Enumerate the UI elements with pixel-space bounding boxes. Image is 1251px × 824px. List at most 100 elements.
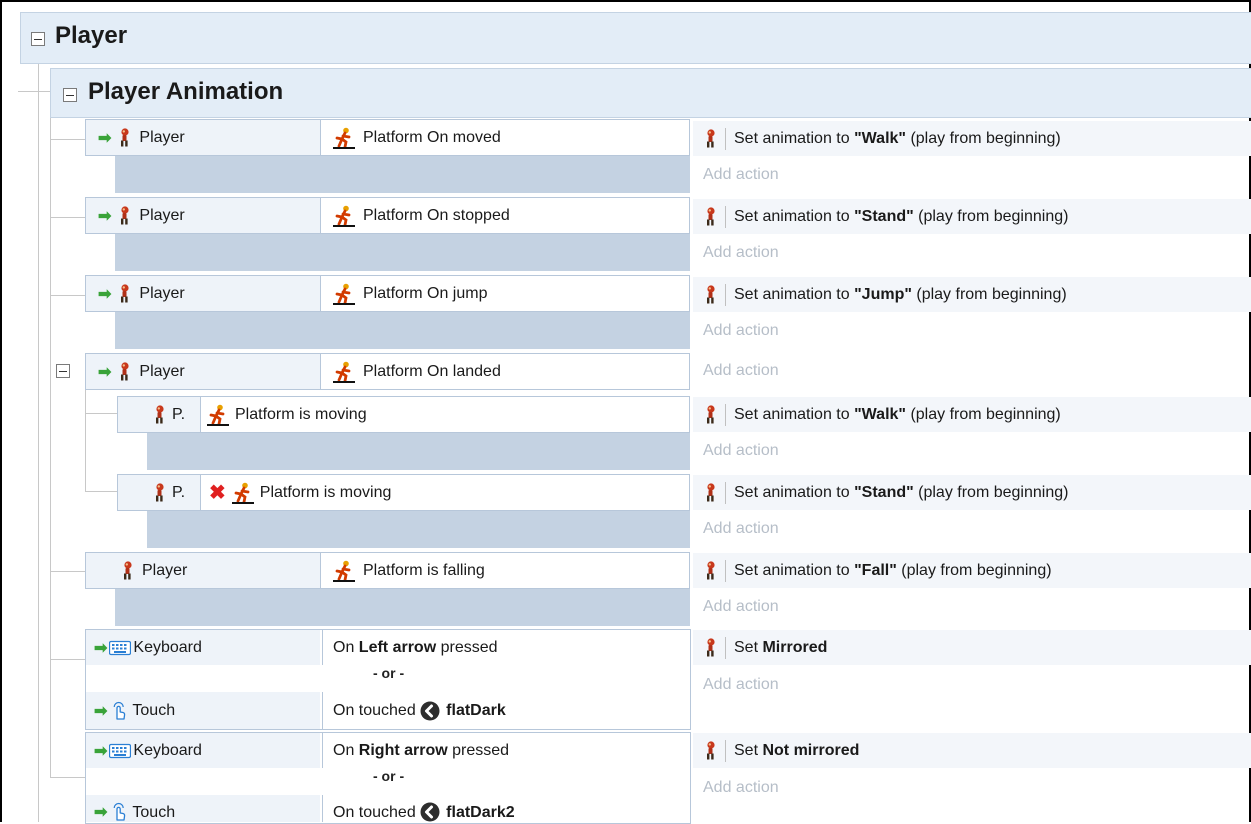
subevent-1-object-cell[interactable]: P. <box>117 396 200 433</box>
subevent-2-add-action-link[interactable]: Add action <box>703 520 779 538</box>
subevent-1-condition[interactable]: Platform is moving <box>200 396 690 433</box>
condition-text: Platform On jump <box>363 284 488 302</box>
event-6-touch-object-cell[interactable]: ➡ Touch <box>86 692 320 729</box>
event-7-condition-touch[interactable]: On touched flatDark2 <box>322 795 690 822</box>
event-object-name: Player <box>139 128 185 146</box>
separator <box>725 559 726 582</box>
event-3-object-cell[interactable]: ➡ Player <box>85 275 320 312</box>
player-sprite-icon <box>117 206 131 226</box>
collapse-group-player-animation-button[interactable] <box>63 88 77 102</box>
event-7-action[interactable]: Set Not mirrored <box>693 733 1251 768</box>
condition-text: Platform is moving <box>235 405 367 423</box>
subevent-2-condition[interactable]: ✖ Platform is moving <box>200 474 690 511</box>
event-2-object-cell[interactable]: ➡ Player <box>85 197 320 234</box>
action-prefix: Set animation to <box>734 483 855 501</box>
action-prefix: Set animation to <box>734 285 855 303</box>
action-prefix: Set animation to <box>734 405 855 423</box>
event-object-name: Touch <box>132 804 176 821</box>
group-player-title: Player <box>55 22 128 49</box>
event-1-object-cell[interactable]: ➡ Player <box>85 119 320 156</box>
event-3-condition[interactable]: Platform On jump <box>320 275 690 312</box>
event-4-object-cell[interactable]: ➡ Player <box>85 353 320 390</box>
trigger-arrow-icon: ➡ <box>98 363 112 381</box>
event-5-condition[interactable]: Platform is falling <box>320 552 690 589</box>
platform-behavior-icon <box>333 361 355 383</box>
trigger-arrow-icon: ➡ <box>98 207 112 225</box>
action-suffix: (play from beginning) <box>896 561 1052 579</box>
event-4-condition[interactable]: Platform On landed <box>320 353 690 390</box>
condition-target: flatDark <box>446 701 506 719</box>
collapse-group-player-button[interactable] <box>31 32 45 46</box>
player-sprite-icon <box>120 561 134 581</box>
group-player-header[interactable] <box>20 12 1251 64</box>
platform-behavior-icon <box>333 127 355 149</box>
event-6-add-action-link[interactable]: Add action <box>703 676 779 694</box>
event-7-condition-keyboard[interactable]: On Right arrow pressed <box>322 733 690 768</box>
condition-target: flatDark2 <box>446 804 515 821</box>
event-5-add-action-link[interactable]: Add action <box>703 598 779 616</box>
event-5-action[interactable]: Set animation to "Fall" (play from begin… <box>693 553 1251 588</box>
event-1-condition[interactable]: Platform On moved <box>320 119 690 156</box>
subevent-1-condition-filler <box>147 433 690 470</box>
trigger-arrow-icon: ➡ <box>94 639 108 657</box>
collapse-event-4-button[interactable] <box>56 364 70 378</box>
action-suffix: (play from beginning) <box>911 285 1067 303</box>
event-1-action[interactable]: Set animation to "Walk" (play from begin… <box>693 121 1251 156</box>
action-value: "Fall" <box>854 561 897 579</box>
player-sprite-icon <box>703 483 717 503</box>
event-6-condition-keyboard[interactable]: On Left arrow pressed <box>322 630 690 665</box>
player-sprite-icon <box>703 405 717 425</box>
platform-behavior-icon <box>333 283 355 305</box>
subevent-2-action[interactable]: Set animation to "Stand" (play from begi… <box>693 475 1251 510</box>
event-3-condition-filler <box>115 312 690 349</box>
event-6-keyboard-object-cell[interactable]: ➡ Keyboard <box>86 630 320 665</box>
group-player-animation-title: Player Animation <box>88 78 284 105</box>
subevent-1-add-action-link[interactable]: Add action <box>703 442 779 460</box>
event-7-keyboard-object-cell[interactable]: ➡ Keyboard <box>86 733 320 768</box>
event-6-condition-touch[interactable]: On touched flatDark <box>322 692 690 729</box>
separator <box>725 636 726 659</box>
trigger-arrow-icon: ➡ <box>98 129 112 147</box>
subevent-2-object-cell[interactable]: P. <box>117 474 200 511</box>
event-3-add-action-link[interactable]: Add action <box>703 322 779 340</box>
condition-text: Platform On landed <box>363 362 501 380</box>
player-sprite-icon <box>152 405 166 425</box>
flatdark-sprite-icon <box>420 701 440 721</box>
condition-text: Platform is falling <box>363 561 485 579</box>
player-sprite-icon <box>703 741 717 761</box>
event-7-touch-object-cell[interactable]: ➡ Touch <box>86 795 320 822</box>
event-2-action[interactable]: Set animation to "Stand" (play from begi… <box>693 199 1251 234</box>
event-object-name: Keyboard <box>133 741 202 759</box>
trigger-arrow-icon: ➡ <box>94 742 108 760</box>
event-1-add-action-link[interactable]: Add action <box>703 166 779 184</box>
action-prefix: Set <box>734 638 763 656</box>
condition-text: Platform On stopped <box>363 206 510 224</box>
event-5-object-cell[interactable]: Player <box>85 552 320 589</box>
action-value: "Stand" <box>854 483 914 501</box>
player-sprite-icon <box>117 128 131 148</box>
event-4-add-action-link[interactable]: Add action <box>703 362 779 380</box>
action-value: "Walk" <box>854 129 906 147</box>
event-object-name: P. <box>172 405 186 423</box>
event-2-condition[interactable]: Platform On stopped <box>320 197 690 234</box>
event-6-action[interactable]: Set Mirrored <box>693 630 1251 665</box>
platform-behavior-icon <box>207 404 229 426</box>
player-sprite-icon <box>703 561 717 581</box>
event-7-add-action-link[interactable]: Add action <box>703 779 779 797</box>
event-2-add-action-link[interactable]: Add action <box>703 244 779 262</box>
event-object-name: Touch <box>132 701 176 719</box>
player-sprite-icon <box>152 483 166 503</box>
condition-key: Right arrow <box>358 741 448 759</box>
player-sprite-icon <box>703 285 717 305</box>
tree-branch-subevent <box>85 491 117 492</box>
trigger-arrow-icon: ➡ <box>98 285 112 303</box>
condition-pre: On touched <box>333 804 421 821</box>
action-value: "Walk" <box>854 405 906 423</box>
action-value: Not mirrored <box>762 741 860 759</box>
trigger-arrow-icon: ➡ <box>94 702 108 720</box>
condition-pre: On touched <box>333 701 421 719</box>
subevent-1-action[interactable]: Set animation to "Walk" (play from begin… <box>693 397 1251 432</box>
separator <box>725 403 726 426</box>
event-3-action[interactable]: Set animation to "Jump" (play from begin… <box>693 277 1251 312</box>
platform-behavior-icon <box>333 560 355 582</box>
